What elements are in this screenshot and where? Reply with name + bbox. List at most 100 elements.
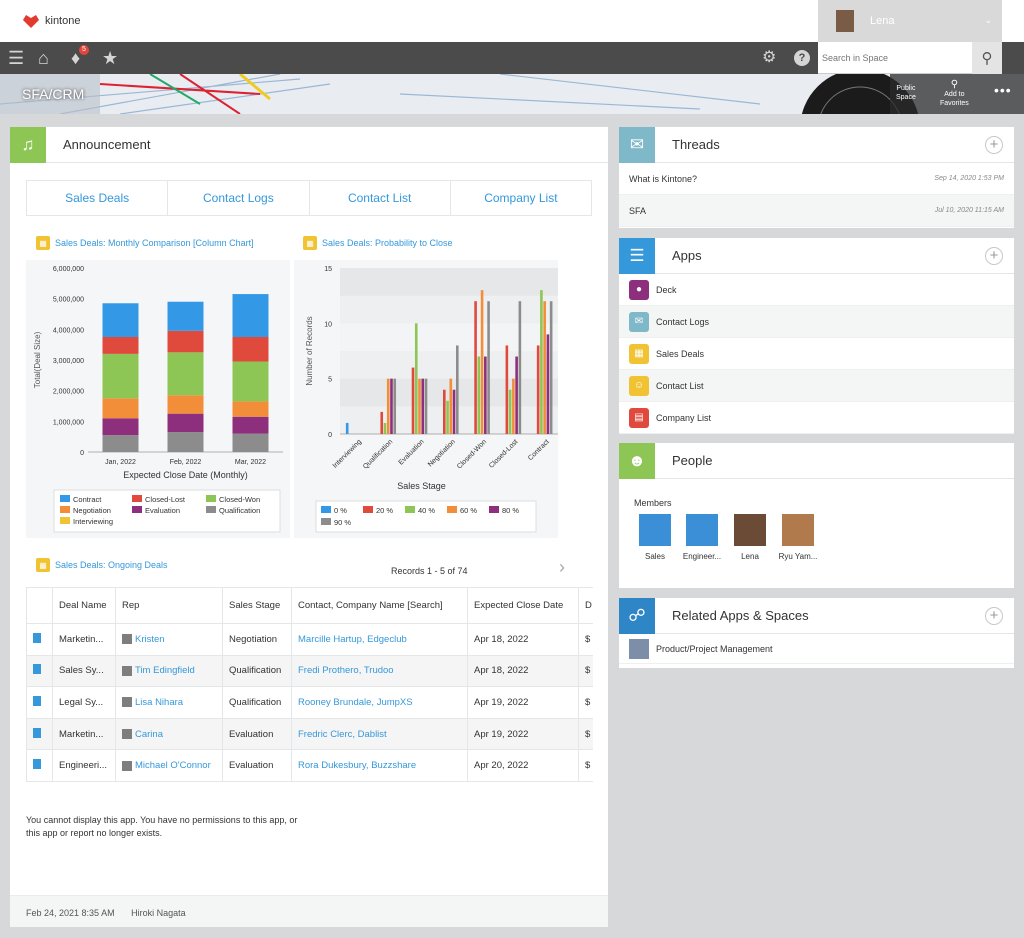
table-row[interactable]: Sales Sy... Tim Edingfield Qualification Fr… <box>26 655 593 688</box>
app-item-deck[interactable]: ● Deck <box>619 274 1014 306</box>
announcement-panel: ♫ Announcement Sales Deals Contact Logs … <box>10 127 608 927</box>
legend-label: Interviewing <box>73 517 113 526</box>
clipboard-icon: ▦ <box>629 343 649 364</box>
document-icon[interactable] <box>33 727 41 738</box>
table-header[interactable]: D <box>578 587 593 624</box>
bar-segment <box>102 303 139 337</box>
x-tick-label: Feb, 2022 <box>170 459 202 466</box>
document-icon[interactable] <box>33 695 41 706</box>
user-avatar <box>836 10 854 32</box>
y-tick-label: 5 <box>328 377 332 384</box>
member-sales[interactable]: Sales <box>630 514 680 561</box>
deal-name: Engineeri... <box>52 749 116 782</box>
bar <box>390 378 393 434</box>
app-item-company-list[interactable]: ▤ Company List <box>619 402 1014 434</box>
rep-link[interactable]: Lisa Nihara <box>115 686 223 719</box>
bar <box>546 334 550 434</box>
table-row[interactable]: Engineeri... Michael O'Connor Evaluation Ro… <box>26 749 593 782</box>
tab-company-list[interactable]: Company List <box>451 181 591 215</box>
pin-icon: ⚲ <box>950 79 959 90</box>
chart2-title-link[interactable]: ▦ Sales Deals: Probability to Close <box>303 236 453 250</box>
search-input[interactable] <box>822 50 967 66</box>
rep-link[interactable]: Michael O'Connor <box>115 749 223 782</box>
legend-swatch <box>60 495 70 502</box>
contact-link[interactable]: Marcille Hartup, Edgeclub <box>291 623 468 656</box>
contact-link[interactable]: Fredric Clerc, Dablist <box>291 718 468 751</box>
announcement-footer: Feb 24, 2021 8:35 AM Hiroki Nagata <box>10 895 608 927</box>
document-icon[interactable] <box>33 632 41 643</box>
close-date: Apr 18, 2022 <box>467 655 579 688</box>
kintone-logo[interactable]: kintone <box>22 13 80 29</box>
menu-icon[interactable]: ☰ <box>8 48 24 68</box>
table-header[interactable]: Deal Name <box>52 587 116 624</box>
add-app-button[interactable]: + <box>985 247 1003 265</box>
sales-stage: Qualification <box>222 655 292 688</box>
y-tick-label: 1,000,000 <box>53 419 84 426</box>
next-page-icon[interactable]: › <box>559 557 565 578</box>
add-thread-button[interactable]: + <box>985 136 1003 154</box>
table-header[interactable]: Rep <box>115 587 223 624</box>
y-tick-label: 5,000,000 <box>53 297 84 304</box>
x-tick-label: Negotiation <box>427 438 457 468</box>
space-title: SFA/CRM <box>22 86 85 102</box>
chart1-title-link[interactable]: ▦ Sales Deals: Monthly Comparison [Column… <box>36 236 254 250</box>
contact-link[interactable]: Rooney Brundale, JumpXS <box>291 686 468 719</box>
star-icon[interactable]: ★ <box>102 48 118 68</box>
top-bar: kintone Lena ⌄ <box>0 0 1024 42</box>
search-button[interactable]: ⚲ <box>972 42 1002 74</box>
help-icon[interactable]: ? <box>794 50 810 66</box>
related-item[interactable]: Product/Project Management <box>619 634 1014 664</box>
legend-swatch <box>132 495 142 502</box>
app-item-contact-list[interactable]: ☺ Contact List <box>619 370 1014 402</box>
threads-panel: ✉ Threads + What is Kintone? Sep 14, 2020… <box>619 127 1014 228</box>
table-row[interactable]: Marketin... Carina Evaluation Fredric Clerc… <box>26 718 593 751</box>
rep-link[interactable]: Carina <box>115 718 223 751</box>
table-header[interactable]: Sales Stage <box>222 587 292 624</box>
chart2-title: Sales Deals: Probability to Close <box>322 238 453 248</box>
app-item-contact-logs[interactable]: ✉ Contact Logs <box>619 306 1014 338</box>
member-name: Lena <box>741 552 759 561</box>
x-tick-label: Qualification <box>362 438 394 470</box>
rep-link[interactable]: Tim Edingfield <box>115 655 223 688</box>
add-related-button[interactable]: + <box>985 607 1003 625</box>
home-icon[interactable]: ⌂ <box>38 48 49 68</box>
deal-size: $ <box>578 655 593 688</box>
table-header[interactable]: Expected Close Date <box>467 587 579 624</box>
bar <box>383 422 387 434</box>
document-icon[interactable] <box>33 664 41 675</box>
table-row[interactable]: Marketin... Kristen Negotiation Marcille Ha… <box>26 623 593 656</box>
app-item-sales-deals[interactable]: ▦ Sales Deals <box>619 338 1014 370</box>
gear-icon[interactable]: ⚙ <box>762 48 776 68</box>
thread-item[interactable]: What is Kintone? Sep 14, 2020 1:53 PM <box>619 163 1014 195</box>
bar-segment <box>102 353 139 399</box>
table-header[interactable]: Contact, Company Name [Search] <box>291 587 468 624</box>
tab-contact-logs[interactable]: Contact Logs <box>168 181 310 215</box>
deal-size: $ <box>578 749 593 782</box>
contact-link[interactable]: Fredi Prothero, Trudoo <box>291 655 468 688</box>
user-menu[interactable]: Lena ⌄ <box>818 0 1002 42</box>
thread-item[interactable]: SFA Jul 10, 2020 11:15 AM <box>619 195 1014 227</box>
member-ryu[interactable]: Ryu Yam... <box>773 514 823 561</box>
rep-name: Michael O'Connor <box>135 760 211 772</box>
chart1-title: Sales Deals: Monthly Comparison [Column … <box>55 238 254 248</box>
member-engineering[interactable]: Engineer... <box>677 514 727 561</box>
probability-chart: 15 10 5 0 Number of Records Interviewing Quali… <box>305 266 559 533</box>
add-to-favorites-button[interactable]: ⚲ Add to Favorites <box>940 80 969 108</box>
deals-list-title-link[interactable]: ▦ Sales Deals: Ongoing Deals <box>36 558 168 572</box>
avatar <box>782 514 814 546</box>
tab-sales-deals[interactable]: Sales Deals <box>27 181 169 215</box>
document-icon[interactable] <box>33 759 41 770</box>
people-icon: ☻ <box>619 443 655 479</box>
contact-link[interactable]: Rora Dukesbury, Buzzshare <box>291 749 468 782</box>
legend-label: 90 % <box>334 518 351 527</box>
bar <box>456 345 459 434</box>
tab-contact-list[interactable]: Contact List <box>310 181 451 215</box>
rep-link[interactable]: Kristen <box>115 623 223 656</box>
member-lena[interactable]: Lena <box>725 514 775 561</box>
footer-author[interactable]: Hiroki Nagata <box>131 908 186 918</box>
bar <box>414 323 418 434</box>
kintone-logo-icon <box>23 15 39 28</box>
bar-segment <box>167 413 204 433</box>
more-options-icon[interactable]: ••• <box>994 83 1012 97</box>
table-row[interactable]: Legal Sy... Lisa Nihara Qualification Roone… <box>26 686 593 719</box>
